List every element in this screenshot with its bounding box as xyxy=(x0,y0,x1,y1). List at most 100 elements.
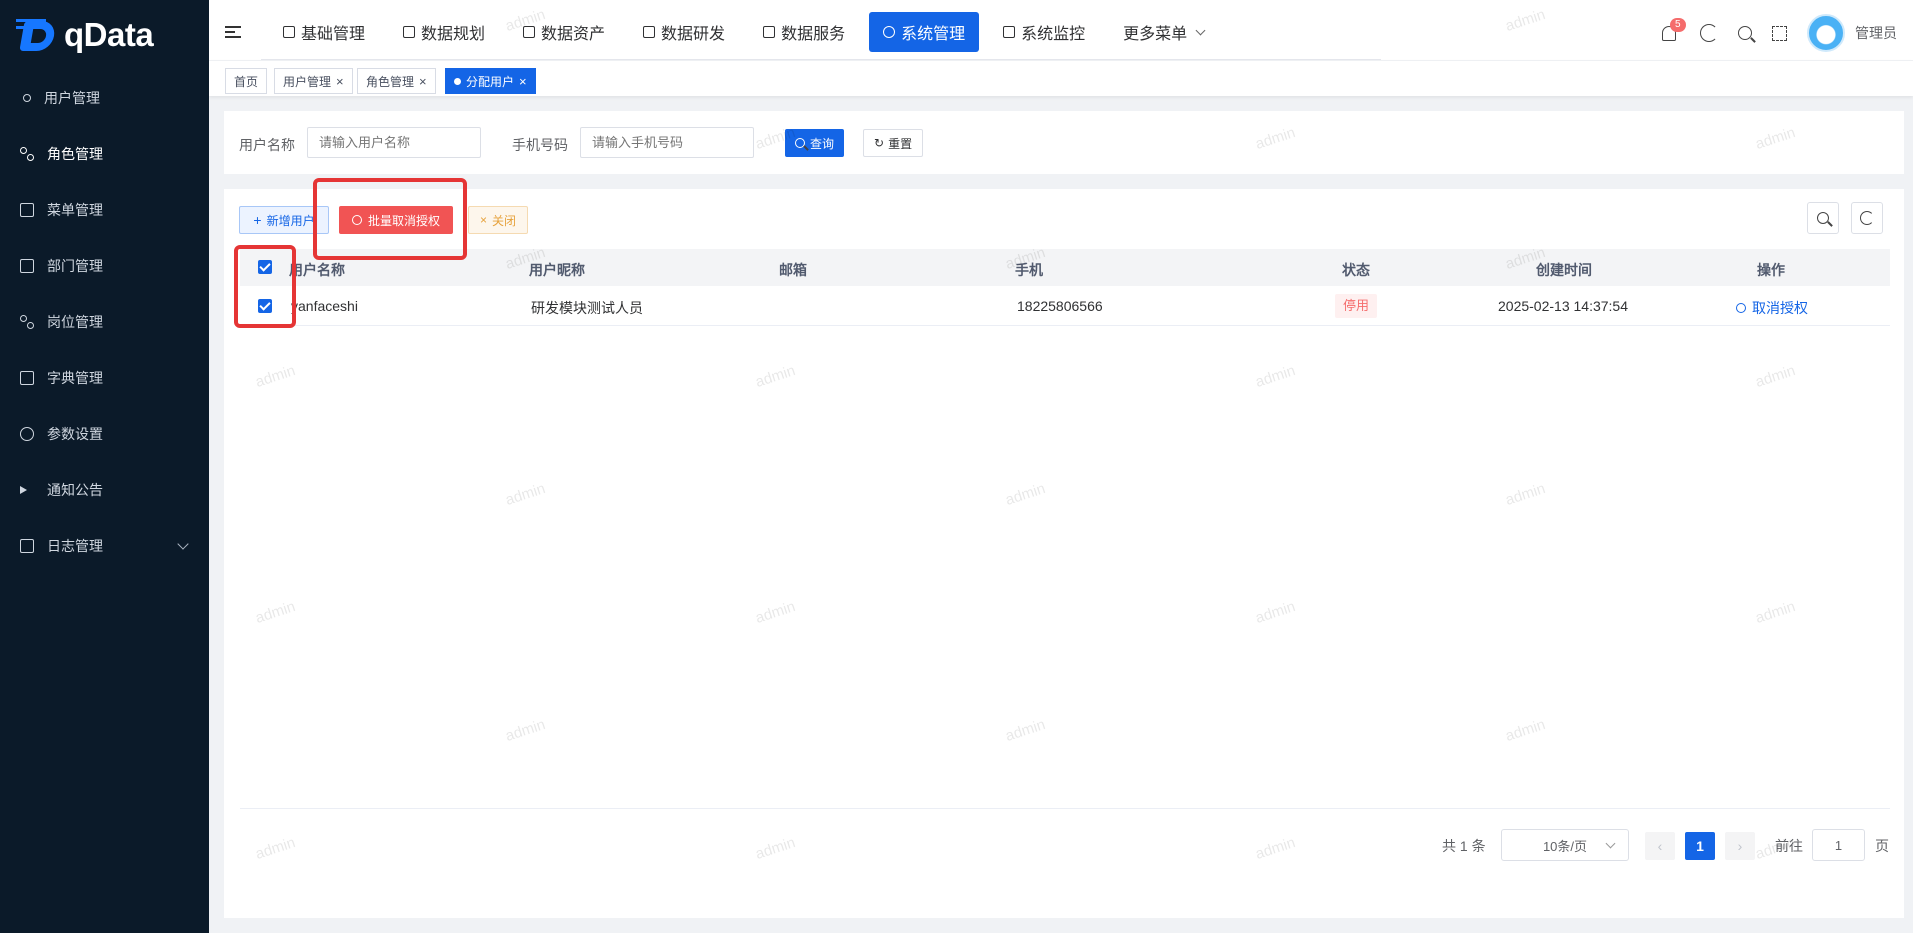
hamburger-icon[interactable] xyxy=(225,26,241,38)
sidebar-item-user[interactable]: 用户管理 xyxy=(0,70,209,126)
topnav-item-more[interactable]: 更多菜单 xyxy=(1109,12,1218,52)
select-all-checkbox[interactable] xyxy=(258,260,272,274)
close-icon[interactable]: × xyxy=(519,74,527,89)
search-icon xyxy=(795,138,805,148)
revoke-link[interactable]: 取消授权 xyxy=(1736,298,1808,318)
monitor-icon xyxy=(1003,26,1016,38)
cell-phone: 18225806566 xyxy=(1017,298,1103,314)
sidebar-item-label: 岗位管理 xyxy=(47,314,103,330)
tag-role-management[interactable]: 角色管理 × xyxy=(357,68,436,94)
topnav-label: 基础管理 xyxy=(301,26,366,43)
sidebar-item-settings[interactable]: 参数设置 xyxy=(0,406,209,462)
top-nav: 基础管理 数据规划 数据资产 数据研发 数据服务 系统管理 系统监控 更多菜单 xyxy=(269,12,1228,52)
tag-home[interactable]: 首页 xyxy=(225,68,268,94)
batch-revoke-label: 批量取消授权 xyxy=(367,213,440,228)
avatar[interactable] xyxy=(1807,14,1845,52)
chevron-down-icon xyxy=(1195,25,1206,35)
notification-button[interactable]: 5 xyxy=(1662,18,1686,42)
topnav-label: 数据资产 xyxy=(541,26,606,43)
sidebar-item-role[interactable]: 角色管理 xyxy=(0,126,209,182)
row-checkbox[interactable] xyxy=(258,299,272,313)
topnav-item-service[interactable]: 数据服务 xyxy=(749,12,859,52)
close-button[interactable]: × 关闭 xyxy=(468,206,528,234)
phone-label: 手机号码 xyxy=(512,137,568,153)
column-nickname: 用户昵称 xyxy=(529,262,585,278)
revoke-icon xyxy=(351,215,362,225)
notification-badge: 5 xyxy=(1670,18,1686,32)
top-header: 基础管理 数据规划 数据资产 数据研发 数据服务 系统管理 系统监控 更多菜单 … xyxy=(209,0,1913,60)
megaphone-icon xyxy=(20,486,27,494)
close-icon[interactable]: × xyxy=(419,74,427,89)
table-header: 用户名称 用户昵称 邮箱 手机 状态 创建时间 操作 xyxy=(240,249,1890,286)
refresh-table-button[interactable] xyxy=(1851,202,1883,234)
table-panel: + 新增用户 批量取消授权 × 关闭 用户名称 用户昵称 邮箱 手机 状态 创建… xyxy=(224,189,1904,918)
cell-username: yanfaceshi xyxy=(291,298,358,314)
status-badge: 停用 xyxy=(1335,294,1378,318)
role-icon xyxy=(20,147,34,161)
query-label: 查询 xyxy=(810,136,835,151)
dev-icon xyxy=(643,26,656,38)
user-name[interactable]: 管理员 xyxy=(1855,23,1897,43)
logo-mark-icon xyxy=(16,17,58,53)
username-input[interactable] xyxy=(307,127,481,158)
gear-icon xyxy=(883,26,896,38)
reset-button[interactable]: ↻ 重置 xyxy=(863,129,924,157)
column-created: 创建时间 xyxy=(1536,262,1592,278)
add-label: 新增用户 xyxy=(266,213,315,228)
sidebar-item-label: 菜单管理 xyxy=(47,202,103,218)
search-icon xyxy=(1817,212,1829,224)
refresh-icon xyxy=(1860,211,1874,225)
prev-page-button[interactable]: ‹ xyxy=(1645,832,1675,860)
next-page-button[interactable]: › xyxy=(1725,832,1755,860)
topnav-item-assets[interactable]: 数据资产 xyxy=(509,12,619,52)
goto-value: 1 xyxy=(1834,837,1843,853)
sidebar-item-menu[interactable]: 菜单管理 xyxy=(0,182,209,238)
refresh-icon: ↻ xyxy=(874,136,885,150)
sidebar-item-notice[interactable]: 通知公告 xyxy=(0,462,209,518)
sidebar-item-dict[interactable]: 字典管理 xyxy=(0,350,209,406)
topnav-item-system[interactable]: 系统管理 xyxy=(869,12,980,52)
phone-input[interactable] xyxy=(580,127,754,158)
topnav-item-planning[interactable]: 数据规划 xyxy=(389,12,499,52)
sidebar-item-label: 角色管理 xyxy=(47,146,103,162)
add-user-button[interactable]: + 新增用户 xyxy=(239,206,329,234)
topnav-item-basic[interactable]: 基础管理 xyxy=(269,12,379,52)
tag-assign-user[interactable]: 分配用户 × xyxy=(445,68,536,94)
sidebar-item-label: 字典管理 xyxy=(47,370,103,386)
chevron-down-icon xyxy=(177,538,189,550)
layers-icon xyxy=(403,26,416,38)
pagination-total: 共 1 条 xyxy=(1442,838,1486,854)
close-icon[interactable]: × xyxy=(336,74,344,89)
column-status: 状态 xyxy=(1342,262,1370,278)
sidebar-item-label: 通知公告 xyxy=(47,482,103,498)
chevron-down-icon xyxy=(1605,838,1616,849)
reset-label: 重置 xyxy=(888,136,913,151)
settings-icon xyxy=(20,427,34,441)
sidebar-item-log[interactable]: 日志管理 xyxy=(0,518,209,574)
post-icon xyxy=(20,315,34,329)
goto-page-input[interactable]: 1 xyxy=(1812,829,1865,861)
refresh-icon[interactable] xyxy=(1700,24,1718,42)
sidebar-item-label: 部门管理 xyxy=(47,258,103,274)
topnav-item-monitor[interactable]: 系统监控 xyxy=(989,12,1099,52)
logo[interactable]: qData xyxy=(0,0,209,70)
search-icon[interactable] xyxy=(1738,26,1752,40)
page-size-value: 10条/页 xyxy=(1542,838,1588,854)
page-size-select[interactable]: 10条/页 xyxy=(1501,829,1629,861)
toggle-search-button[interactable] xyxy=(1807,202,1839,234)
column-email: 邮箱 xyxy=(779,262,807,278)
table-footer-divider xyxy=(240,808,1890,809)
batch-revoke-button[interactable]: 批量取消授权 xyxy=(339,206,453,234)
sidebar-item-dept[interactable]: 部门管理 xyxy=(0,238,209,294)
assets-icon xyxy=(523,26,536,38)
sidebar-item-post[interactable]: 岗位管理 xyxy=(0,294,209,350)
topnav-item-dev[interactable]: 数据研发 xyxy=(629,12,739,52)
fullscreen-icon[interactable] xyxy=(1772,25,1787,41)
revoke-label: 取消授权 xyxy=(1752,300,1808,316)
query-button[interactable]: 查询 xyxy=(785,129,845,157)
table-row[interactable]: yanfaceshi 研发模块测试人员 18225806566 停用 2025-… xyxy=(240,286,1890,326)
plus-icon: + xyxy=(253,212,262,228)
tag-user-management[interactable]: 用户管理 × xyxy=(274,68,353,94)
header-actions: 5 管理员 xyxy=(1662,14,1897,52)
page-number-button[interactable]: 1 xyxy=(1685,832,1715,860)
